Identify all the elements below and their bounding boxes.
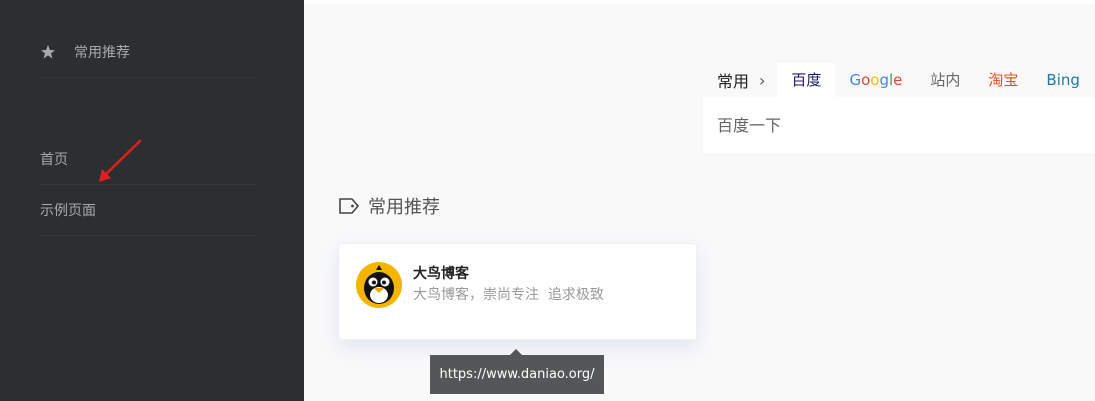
chevron-right-icon: › (759, 70, 766, 90)
sidebar-item-label: 常用推荐 (74, 45, 130, 61)
search-input[interactable] (717, 115, 1095, 135)
sidebar-item-sample-page[interactable]: 示例页面 (40, 185, 256, 236)
penguin-avatar-icon (356, 262, 402, 308)
sidebar-item-home[interactable]: 首页 (40, 134, 256, 185)
tag-icon (339, 198, 359, 214)
card-title: 大鸟博客 (413, 266, 469, 282)
site-card-daniao[interactable]: 大鸟博客 大鸟博客，崇尚专注 追求极致 (338, 243, 697, 340)
card-description: 大鸟博客，崇尚专注 追求极致 (413, 287, 604, 303)
tab-taobao[interactable]: 淘宝 (974, 63, 1032, 97)
tab-google[interactable]: Google (835, 63, 916, 97)
section-heading: 常用推荐 (338, 193, 440, 219)
tab-onsite[interactable]: 站内 (916, 63, 974, 97)
top-strip (304, 0, 1095, 4)
sidebar-item-label: 示例页面 (40, 203, 96, 219)
star-icon (40, 44, 56, 60)
sidebar: 常用推荐 首页 示例页面 (0, 0, 304, 401)
url-tooltip: https://www.daniao.org/ (430, 349, 604, 394)
tab-baidu[interactable]: 百度 (777, 63, 836, 97)
search-engine-tabs: 常用 › 百度 Google 站内 淘宝 Bing (703, 63, 1094, 97)
tooltip-text: https://www.daniao.org/ (439, 367, 595, 382)
red-arrow-icon (99, 139, 142, 182)
section-title: 常用推荐 (368, 197, 440, 218)
sidebar-item-label: 首页 (40, 152, 68, 168)
tab-bing[interactable]: Bing (1032, 63, 1094, 97)
search-group-label[interactable]: 常用 (717, 68, 749, 92)
search-box (703, 97, 1095, 153)
sidebar-item-recommended[interactable]: 常用推荐 (40, 27, 256, 78)
